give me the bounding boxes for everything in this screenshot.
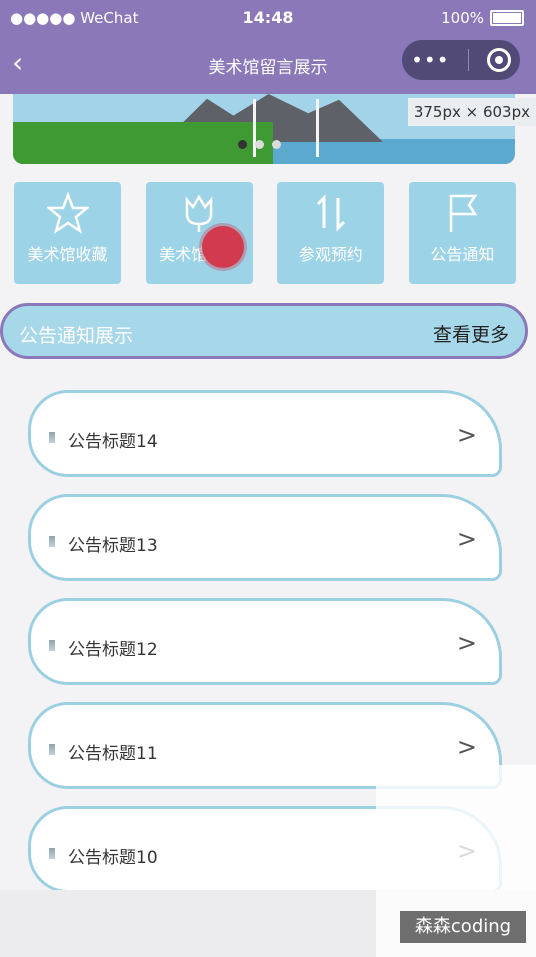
watermark: 森森coding	[400, 911, 526, 943]
star-icon	[14, 192, 121, 234]
notice-card[interactable]: 公告标题14 >	[28, 390, 502, 477]
view-more-link[interactable]: 查看更多	[433, 320, 509, 347]
menu-item-collection[interactable]: 美术馆收藏	[14, 182, 121, 284]
bullet-marker	[49, 536, 55, 547]
menu-item-notices[interactable]: 公告通知	[408, 182, 516, 284]
status-bar: ●●●●● WeChat 14:48 100%	[0, 0, 536, 36]
touch-cursor	[202, 226, 244, 268]
bullet-marker	[49, 848, 55, 859]
notice-card[interactable]: 公告标题13 >	[28, 494, 502, 581]
bullet-marker	[49, 744, 55, 755]
carousel-dot[interactable]	[272, 140, 281, 149]
battery-area: 100%	[441, 9, 524, 27]
menu-item-label: 美术馆收藏	[27, 245, 108, 264]
carousel-indicators	[238, 140, 281, 149]
notice-title: 公告标题13	[68, 536, 158, 556]
flag-icon	[409, 192, 516, 234]
bullet-marker	[49, 432, 55, 443]
bullet-marker	[49, 640, 55, 651]
navigation-bar: ‹ 美术馆留言展示 •••	[0, 36, 536, 94]
quick-menu: 美术馆收藏 美术馆留言 参观预约 公告通知	[14, 182, 516, 284]
carousel-dot-active[interactable]	[238, 140, 247, 149]
notice-title: 公告标题11	[68, 744, 158, 764]
carousel-dot[interactable]	[255, 140, 264, 149]
menu-item-label: 参观预约	[298, 245, 363, 264]
notice-title: 公告标题10	[68, 848, 158, 868]
chevron-right-icon: >	[456, 629, 477, 657]
chevron-right-icon: >	[456, 421, 477, 449]
battery-percent: 100%	[441, 9, 484, 27]
menu-item-booking[interactable]: 参观预约	[277, 182, 385, 284]
close-target-icon[interactable]	[486, 48, 511, 72]
more-icon[interactable]: •••	[411, 48, 449, 72]
section-header: 公告通知展示 查看更多	[0, 303, 528, 359]
sort-arrows-icon	[277, 192, 384, 234]
tulip-icon	[146, 192, 253, 234]
section-title: 公告通知展示	[19, 325, 134, 347]
chevron-right-icon: >	[456, 733, 477, 761]
viewport-size-tag: 375px × 603px	[407, 98, 536, 126]
notice-title: 公告标题12	[68, 640, 158, 660]
battery-icon	[490, 10, 524, 26]
chevron-right-icon: >	[456, 525, 477, 553]
mini-program-capsule: •••	[402, 40, 520, 80]
banner-grass	[13, 122, 273, 164]
menu-item-label: 公告通知	[430, 245, 495, 264]
capsule-divider	[467, 49, 469, 71]
notice-title: 公告标题14	[68, 432, 158, 452]
notice-card[interactable]: 公告标题12 >	[28, 598, 502, 685]
